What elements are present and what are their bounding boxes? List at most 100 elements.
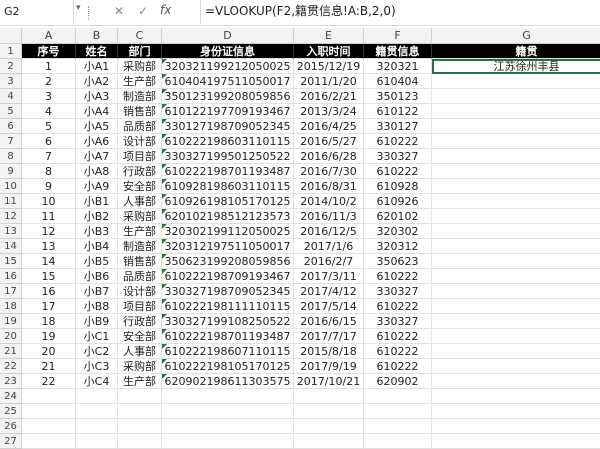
table-cell[interactable] (432, 344, 600, 359)
table-cell[interactable]: 4 (22, 104, 76, 119)
table-cell[interactable]: 350123 (364, 89, 432, 104)
table-cell[interactable]: 小C3 (76, 359, 118, 374)
table-cell[interactable]: 2016/5/27 (294, 134, 364, 149)
table-cell[interactable]: 18 (22, 314, 76, 329)
table-cell[interactable]: 620102 (364, 209, 432, 224)
empty-cell[interactable] (22, 434, 76, 449)
table-cell[interactable]: 610222198105170125 (162, 359, 294, 374)
table-cell[interactable] (432, 314, 600, 329)
table-cell[interactable]: 江苏徐州丰县 (432, 59, 600, 74)
row-header-26[interactable]: 26 (0, 419, 22, 434)
table-cell[interactable]: 1 (22, 59, 76, 74)
row-header-7[interactable]: 7 (0, 134, 22, 149)
table-cell[interactable] (432, 194, 600, 209)
table-cell[interactable]: 320312 (364, 239, 432, 254)
table-cell[interactable] (432, 134, 600, 149)
table-cell[interactable]: 610222 (364, 269, 432, 284)
row-header-4[interactable]: 4 (0, 89, 22, 104)
table-cell[interactable]: 610222 (364, 134, 432, 149)
table-cell[interactable]: 小A7 (76, 149, 118, 164)
table-cell[interactable]: 350623 (364, 254, 432, 269)
column-header-a[interactable]: A (22, 28, 76, 44)
table-cell[interactable]: 13 (22, 239, 76, 254)
table-cell[interactable] (432, 209, 600, 224)
table-cell[interactable]: 320302 (364, 224, 432, 239)
table-cell[interactable]: 8 (22, 164, 76, 179)
table-cell[interactable]: 610122 (364, 104, 432, 119)
column-header-c[interactable]: C (118, 28, 162, 44)
empty-cell[interactable] (162, 419, 294, 434)
table-cell[interactable]: 610222 (364, 164, 432, 179)
empty-cell[interactable] (22, 389, 76, 404)
empty-cell[interactable] (76, 434, 118, 449)
table-cell[interactable]: 2017/4/12 (294, 284, 364, 299)
table-cell[interactable]: 14 (22, 254, 76, 269)
table-cell[interactable]: 人事部 (118, 194, 162, 209)
row-header-15[interactable]: 15 (0, 254, 22, 269)
table-cell[interactable]: 设计部 (118, 284, 162, 299)
empty-cell[interactable] (294, 389, 364, 404)
row-header-19[interactable]: 19 (0, 314, 22, 329)
table-cell[interactable]: 行政部 (118, 164, 162, 179)
table-cell[interactable] (432, 284, 600, 299)
table-cell[interactable]: 610222198603110115 (162, 134, 294, 149)
table-cell[interactable]: 品质部 (118, 119, 162, 134)
empty-cell[interactable] (432, 404, 600, 419)
row-header-14[interactable]: 14 (0, 239, 22, 254)
table-cell[interactable]: 小A8 (76, 164, 118, 179)
table-cell[interactable]: 2011/1/20 (294, 74, 364, 89)
table-cell[interactable]: 小C4 (76, 374, 118, 389)
table-cell[interactable] (432, 329, 600, 344)
table-cell[interactable]: 小A1 (76, 59, 118, 74)
table-cell[interactable]: 610222 (364, 299, 432, 314)
table-cell[interactable]: 9 (22, 179, 76, 194)
table-cell[interactable]: 2016/2/7 (294, 254, 364, 269)
table-cell[interactable]: 330327199108250522 (162, 314, 294, 329)
table-cell[interactable]: 11 (22, 209, 76, 224)
table-cell[interactable]: 生产部 (118, 374, 162, 389)
table-cell[interactable]: 采购部 (118, 359, 162, 374)
empty-cell[interactable] (294, 404, 364, 419)
table-cell[interactable]: 小B8 (76, 299, 118, 314)
empty-cell[interactable] (22, 404, 76, 419)
row-header-16[interactable]: 16 (0, 269, 22, 284)
table-cell[interactable]: 330327 (364, 149, 432, 164)
table-cell[interactable]: 制造部 (118, 89, 162, 104)
empty-cell[interactable] (22, 419, 76, 434)
row-header-24[interactable]: 24 (0, 389, 22, 404)
header-cell-b[interactable]: 姓名 (76, 44, 118, 59)
table-cell[interactable]: 小A9 (76, 179, 118, 194)
table-cell[interactable]: 2016/11/3 (294, 209, 364, 224)
table-cell[interactable] (432, 269, 600, 284)
table-cell[interactable]: 350123199208059856 (162, 89, 294, 104)
header-cell-a[interactable]: 序号 (22, 44, 76, 59)
table-cell[interactable]: 20 (22, 344, 76, 359)
row-header-22[interactable]: 22 (0, 359, 22, 374)
table-cell[interactable] (432, 104, 600, 119)
row-header-5[interactable]: 5 (0, 104, 22, 119)
row-header-6[interactable]: 6 (0, 119, 22, 134)
table-cell[interactable]: 人事部 (118, 344, 162, 359)
table-cell[interactable]: 330327 (364, 284, 432, 299)
table-cell[interactable]: 610222198701193487 (162, 164, 294, 179)
table-cell[interactable]: 610404 (364, 74, 432, 89)
empty-cell[interactable] (432, 434, 600, 449)
table-cell[interactable]: 小A4 (76, 104, 118, 119)
header-cell-c[interactable]: 部门 (118, 44, 162, 59)
table-cell[interactable]: 10 (22, 194, 76, 209)
table-cell[interactable]: 2017/3/11 (294, 269, 364, 284)
table-cell[interactable]: 5 (22, 119, 76, 134)
close-icon[interactable]: ✕ (112, 4, 126, 18)
table-cell[interactable]: 2016/4/25 (294, 119, 364, 134)
table-cell[interactable]: 22 (22, 374, 76, 389)
empty-cell[interactable] (118, 434, 162, 449)
table-cell[interactable]: 设计部 (118, 134, 162, 149)
table-cell[interactable]: 620102198512123573 (162, 209, 294, 224)
empty-cell[interactable] (162, 434, 294, 449)
row-header-23[interactable]: 23 (0, 374, 22, 389)
table-cell[interactable] (432, 89, 600, 104)
table-cell[interactable]: 6 (22, 134, 76, 149)
table-cell[interactable]: 项目部 (118, 299, 162, 314)
table-cell[interactable]: 350623199208059856 (162, 254, 294, 269)
column-header-g[interactable]: G (432, 28, 600, 44)
